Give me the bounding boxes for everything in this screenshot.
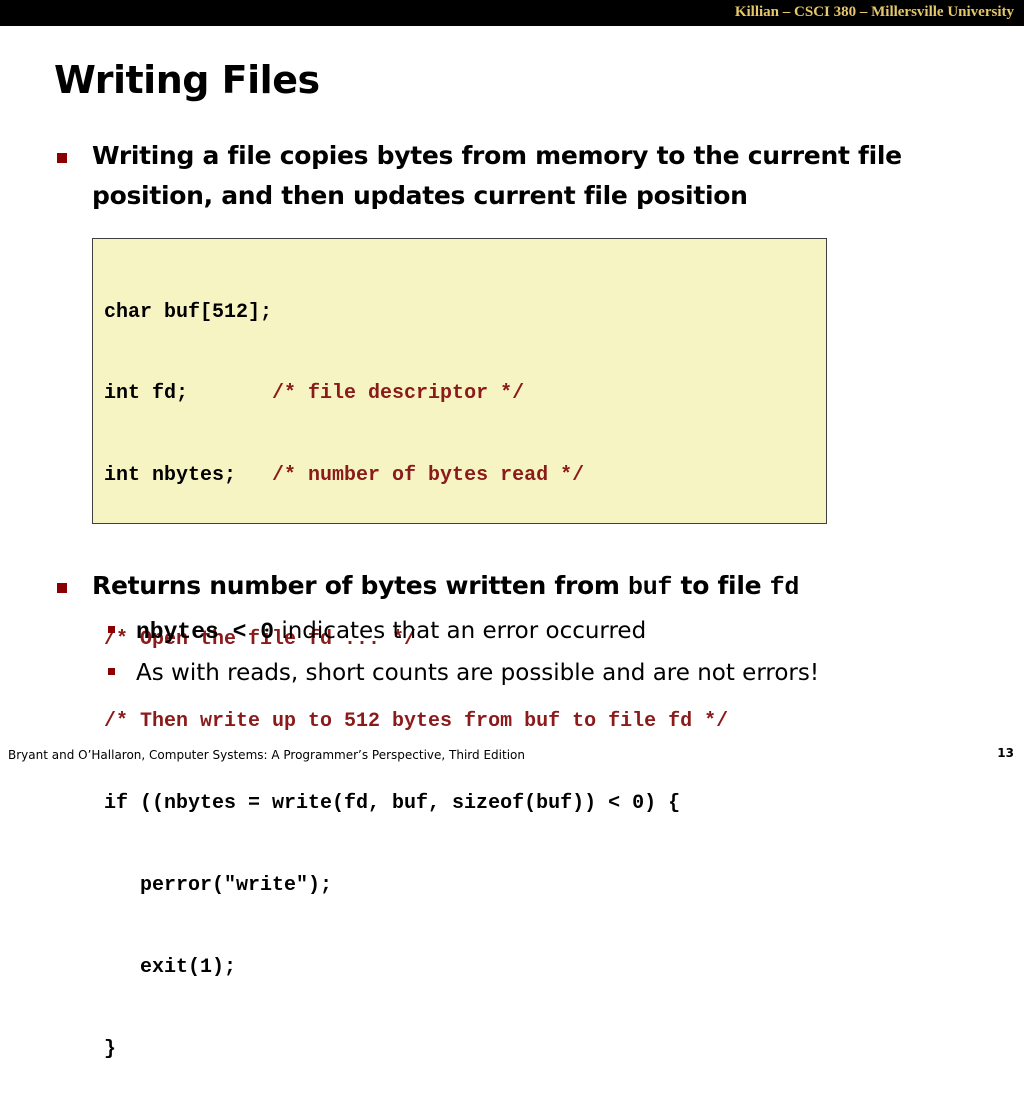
code-line: int fd; /* file descriptor */ [104,380,728,407]
code-block: char buf[512]; int fd; /* file descripto… [92,238,827,1061]
page-number: 13 [997,746,1014,760]
code-line: } [104,1037,117,1061]
bullet-text: Returns number of bytes written from [92,571,629,600]
code-text: int nbytes; [104,464,273,488]
bullet-square-icon [57,153,67,163]
sub-bullet-short-counts: As with reads, short counts are possible… [136,660,820,686]
code-comment: /* file descriptor */ [272,382,525,406]
sub-bullet-square-icon [108,668,115,675]
course-header: Killian – CSCI 380 – Millersville Univer… [734,4,1014,20]
code-line: perror("write"); [104,873,333,897]
slide-title: Writing Files [54,58,320,102]
footer-citation: Bryant and O’Hallaron, Computer Systems:… [8,748,525,762]
sub-bullet-square-icon [108,626,115,633]
bullet-text: to file [672,571,770,600]
code-line: if ((nbytes = write(fd, buf, sizeof(buf)… [104,791,681,815]
bullet-writing-description: Writing a file copies bytes from memory … [92,141,902,210]
bullet-square-icon [57,583,67,593]
header-bar: Killian – CSCI 380 – Millersville Univer… [0,0,1024,26]
bullet-returns: Returns number of bytes written from buf… [92,566,799,608]
code-comment: /* number of bytes read */ [272,464,585,488]
sub-bullet-error: nbytes < 0 indicates that an error occur… [136,615,646,648]
code-text: int fd; [104,382,273,406]
code-comment: /* Then write up to 512 bytes from buf t… [104,710,729,734]
code-line: char buf[512]; [104,300,273,324]
code-line: exit(1); [104,955,237,979]
sub-bullet-text: indicates that an error occurred [274,618,647,644]
code-line: int nbytes; /* number of bytes read */ [104,462,728,489]
inline-code: fd [769,573,800,602]
inline-code: nbytes < 0 [136,619,275,645]
inline-code: buf [628,573,673,602]
